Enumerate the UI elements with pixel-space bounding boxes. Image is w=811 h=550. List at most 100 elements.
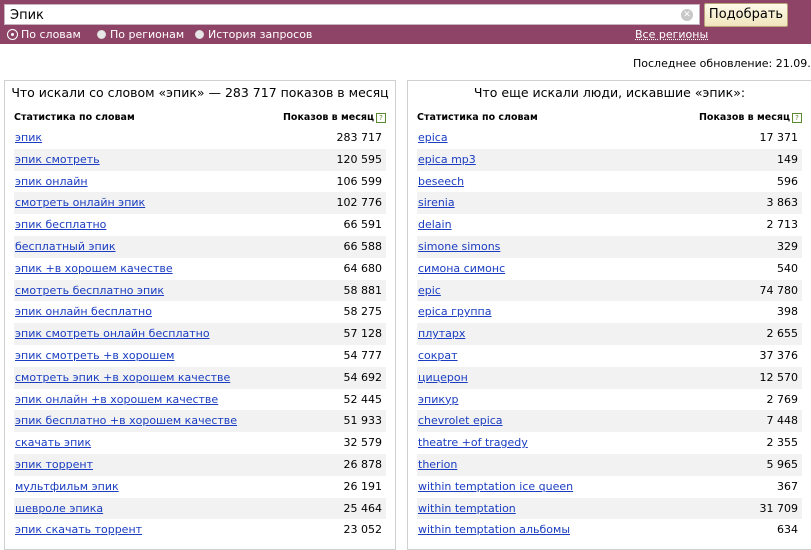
keyword-link[interactable]: simone simons <box>418 236 500 258</box>
keyword-link[interactable]: смотреть эпик +в хорошем качестве <box>15 367 230 389</box>
search-value[interactable]: Эпик <box>10 8 44 23</box>
impressions-count: 367 <box>777 479 798 493</box>
impressions-count: 32 579 <box>343 436 383 450</box>
impressions-count: 634 <box>777 523 798 537</box>
table-row: смотреть эпик +в хорошем качестве 54 692 <box>14 366 386 389</box>
tab-by-words[interactable]: По словам <box>8 28 81 41</box>
table-row: эпикур 2 769 <box>417 389 802 411</box>
table-row: бесплатный эпик 66 588 <box>14 235 386 258</box>
impressions-count: 540 <box>777 261 798 275</box>
keyword-link[interactable]: эпик бесплатно +в хорошем качестве <box>15 410 237 432</box>
impressions-count: 596 <box>777 174 798 188</box>
impressions-count: 7 448 <box>766 414 799 428</box>
keyword-link[interactable]: плутарх <box>418 323 465 345</box>
impressions-count: 37 376 <box>759 348 799 362</box>
table-row: эпик смотреть 120 595 <box>14 148 386 171</box>
table-row: theatre +of tragedy 2 355 <box>417 432 802 454</box>
table-row: эпик онлайн 106 599 <box>14 171 386 193</box>
left-panel-title: Что искали со словом «эпик» — 283 717 по… <box>11 85 389 100</box>
keyword-link[interactable]: бесплатный эпик <box>15 236 116 258</box>
keyword-link[interactable]: смотреть бесплатно эпик <box>15 280 164 302</box>
keyword-link[interactable]: эпик смотреть <box>15 149 100 171</box>
impressions-count: 66 591 <box>343 218 383 232</box>
table-row: эпик скачать торрент 23 052 <box>14 519 386 541</box>
table-row: сократ 37 376 <box>417 345 802 367</box>
impressions-count: 57 128 <box>343 327 383 341</box>
keyword-link[interactable]: epic <box>418 280 441 302</box>
help-icon[interactable]: ? <box>376 113 386 123</box>
keyword-link[interactable]: эпик скачать торрент <box>15 519 142 541</box>
impressions-count: 58 881 <box>343 283 383 297</box>
keyword-link[interactable]: эпик бесплатно <box>15 214 106 236</box>
left-table-header: Статистика по словам Показов в месяц? <box>14 112 386 126</box>
keyword-link[interactable]: эпик онлайн бесплатно <box>15 301 152 323</box>
keyword-link[interactable]: theatre +of tragedy <box>418 432 528 454</box>
table-row: симона симонс 540 <box>417 258 802 280</box>
right-table-body: epica 17 371 epica mp3 149 beseech 596 sirenia… <box>417 127 802 541</box>
tab-label: История запросов <box>208 28 313 41</box>
keyword-link[interactable]: therion <box>418 454 457 476</box>
keyword-link[interactable]: мультфильм эпик <box>15 476 119 498</box>
keyword-link[interactable]: смотреть онлайн эпик <box>15 192 145 214</box>
clear-icon[interactable]: ✕ <box>681 9 693 21</box>
radio-icon[interactable] <box>97 30 106 39</box>
keyword-link[interactable]: симона симонс <box>418 258 505 280</box>
keyword-link[interactable]: эпик торрент <box>15 454 93 476</box>
tab-label: По словам <box>21 28 81 41</box>
right-panel: Что еще искали люди, искавшие «эпик»: Ст… <box>407 80 811 550</box>
table-row: therion 5 965 <box>417 453 802 476</box>
col-word-header: Статистика по словам <box>14 112 135 123</box>
keyword-link[interactable]: эпик <box>15 127 42 149</box>
impressions-count: 54 777 <box>343 348 383 362</box>
impressions-count: 149 <box>777 152 798 166</box>
table-row: цицерон 12 570 <box>417 366 802 389</box>
tab-by-regions[interactable]: По регионам <box>97 28 184 41</box>
radio-icon[interactable] <box>195 30 204 39</box>
keyword-link[interactable]: beseech <box>418 171 464 193</box>
keyword-link[interactable]: эпик смотреть +в хорошем <box>15 345 174 367</box>
keyword-link[interactable]: within temptation альбомы <box>418 519 570 541</box>
keyword-link[interactable]: delain <box>418 214 452 236</box>
impressions-count: 2 655 <box>766 327 799 341</box>
table-row: эпик торрент 26 878 <box>14 453 386 476</box>
right-panel-title: Что еще искали люди, искавшие «эпик»: <box>473 85 746 100</box>
impressions-count: 54 692 <box>343 370 383 384</box>
col-word-header: Статистика по словам <box>417 112 538 123</box>
keyword-link[interactable]: epica группа <box>418 301 492 323</box>
keyword-link[interactable]: эпикур <box>418 389 459 411</box>
table-row: эпик смотреть онлайн бесплатно 57 128 <box>14 323 386 345</box>
impressions-count: 31 709 <box>759 501 799 515</box>
keyword-link[interactable]: sirenia <box>418 192 455 214</box>
keyword-link[interactable]: within temptation <box>418 498 516 520</box>
impressions-count: 102 776 <box>336 196 383 210</box>
keyword-link[interactable]: epica <box>418 127 448 149</box>
table-row: epica mp3 149 <box>417 148 802 171</box>
impressions-count: 25 464 <box>343 501 383 515</box>
submit-button[interactable]: Подобрать <box>704 3 788 27</box>
radio-selected-icon[interactable] <box>8 30 17 39</box>
col-count-header: Показов в месяц? <box>283 112 386 123</box>
help-icon[interactable]: ? <box>792 113 802 123</box>
search-input[interactable]: Эпик ✕ <box>4 4 700 25</box>
impressions-count: 58 275 <box>343 305 383 319</box>
keyword-link[interactable]: эпик +в хорошем качестве <box>15 258 173 280</box>
right-table-header: Статистика по словам Показов в месяц? <box>417 112 802 126</box>
left-panel: Что искали со словом «эпик» — 283 717 по… <box>4 80 396 550</box>
impressions-count: 106 599 <box>336 174 383 188</box>
tab-history[interactable]: История запросов <box>195 28 312 41</box>
keyword-link[interactable]: шевроле эпика <box>15 498 103 520</box>
keyword-link[interactable]: эпик онлайн +в хорошем качестве <box>15 389 218 411</box>
keyword-link[interactable]: скачать эпик <box>15 432 91 454</box>
all-regions-link[interactable]: Все регионы <box>635 28 708 41</box>
table-row: эпик онлайн бесплатно 58 275 <box>14 301 386 323</box>
keyword-link[interactable]: эпик смотреть онлайн бесплатно <box>15 323 210 345</box>
keyword-link[interactable]: сократ <box>418 345 458 367</box>
table-row: скачать эпик 32 579 <box>14 432 386 454</box>
keyword-link[interactable]: epica mp3 <box>418 149 476 171</box>
keyword-link[interactable]: chevrolet epica <box>418 410 503 432</box>
keyword-link[interactable]: цицерон <box>418 367 468 389</box>
table-row: chevrolet epica 7 448 <box>417 410 802 433</box>
table-row: шевроле эпика 25 464 <box>14 497 386 520</box>
keyword-link[interactable]: within temptation ice queen <box>418 476 573 498</box>
keyword-link[interactable]: эпик онлайн <box>15 171 88 193</box>
